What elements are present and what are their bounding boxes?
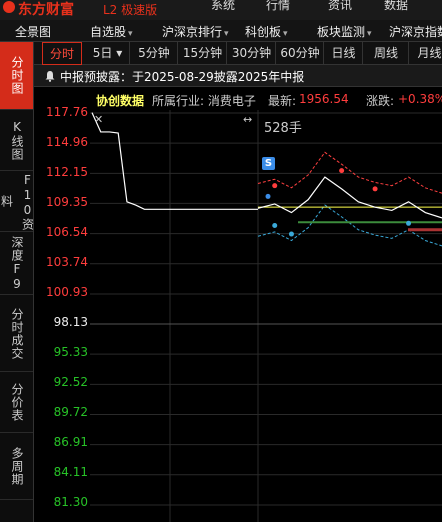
menu-watchlist[interactable]: 自选股 ▾ bbox=[90, 23, 133, 40]
y-tick-label: 84.11 bbox=[53, 465, 88, 479]
latest-label: 最新: bbox=[268, 94, 297, 108]
sidebar-item-price-table[interactable]: 分价表 bbox=[0, 373, 33, 433]
y-tick-label: 100.93 bbox=[46, 285, 88, 299]
menu-ranking[interactable]: 沪深京排行 ▾ bbox=[162, 23, 229, 40]
change-label: 涨跌: bbox=[366, 94, 395, 108]
tab-60min[interactable]: 60分钟 bbox=[277, 42, 324, 65]
chevron-down-icon: ▾ bbox=[128, 29, 133, 39]
sidebar-item-kline[interactable]: K线图 bbox=[0, 111, 33, 171]
signal-marker bbox=[272, 222, 278, 228]
y-tick-label: 114.96 bbox=[46, 135, 88, 149]
menu-overview[interactable]: 全景图 bbox=[15, 23, 51, 40]
chevron-down-icon: ▾ bbox=[224, 29, 229, 39]
tab-30min[interactable]: 30分钟 bbox=[228, 42, 276, 65]
y-tick-label: 81.30 bbox=[53, 495, 88, 509]
menu-data[interactable]: 数据 bbox=[384, 0, 408, 13]
tab-15min[interactable]: 15分钟 bbox=[179, 42, 227, 65]
tab-weekly[interactable]: 周线 bbox=[364, 42, 409, 65]
signal-badge[interactable]: S bbox=[262, 157, 275, 170]
app-brand: 东方财富 bbox=[18, 2, 74, 18]
tab-intraday[interactable]: 分时 bbox=[42, 42, 82, 65]
price-line bbox=[257, 176, 442, 219]
signal-marker bbox=[288, 231, 294, 237]
expand-icon[interactable]: ↔ bbox=[243, 113, 252, 126]
lower-band-line bbox=[257, 204, 442, 247]
quote-info: 协创数据 所属行业: 消费电子 最新: 1956.54 涨跌: +0.38% bbox=[34, 87, 442, 110]
notice-text: 中报预披露：于2025-08-29披露2025年中报 bbox=[60, 70, 305, 84]
stock-name: 协创数据 bbox=[96, 94, 145, 108]
signal-marker bbox=[406, 220, 412, 226]
menu-bar: 全景图 自选股▾ 沪深京排行▾ 科创板▾ 板块监测▾ 沪深京指数 bbox=[0, 20, 442, 42]
tab-5min[interactable]: 5分钟 bbox=[131, 42, 178, 65]
latest-value: 1956.54 bbox=[299, 92, 349, 106]
y-tick-label: 89.72 bbox=[53, 405, 88, 419]
menu-star-market[interactable]: 科创板 ▾ bbox=[245, 23, 288, 40]
bell-icon bbox=[45, 71, 55, 82]
tab-monthly[interactable]: 月线 bbox=[410, 42, 442, 65]
tab-daily[interactable]: 日线 bbox=[325, 42, 363, 65]
menu-news[interactable]: 资讯 bbox=[328, 0, 352, 13]
title-bar: 东方财富 L2 极速版 系统 行情 资讯 数据 bbox=[0, 0, 442, 20]
tab-5day[interactable]: 5日 ▾ bbox=[86, 42, 130, 65]
signal-marker bbox=[265, 193, 271, 199]
change-value: +0.38% bbox=[398, 92, 442, 106]
chevron-down-icon: ▾ bbox=[367, 29, 372, 39]
sidebar-item-depth[interactable]: 深度F9 bbox=[0, 233, 33, 295]
period-tabs: 分时 5日 ▾ 5分钟 15分钟 30分钟 60分钟 日线 周线 月线 bbox=[34, 42, 442, 65]
menu-quotes[interactable]: 行情 bbox=[266, 0, 290, 13]
menu-sector-monitor[interactable]: 板块监测 ▾ bbox=[317, 23, 372, 40]
signal-marker bbox=[339, 168, 345, 174]
sidebar-item-f10[interactable]: F10资料 bbox=[0, 172, 35, 232]
y-tick-label: 109.35 bbox=[46, 195, 88, 209]
sidebar-item-trades[interactable]: 分时成交 bbox=[0, 296, 33, 372]
y-tick-label: 95.33 bbox=[53, 345, 88, 359]
menu-indices[interactable]: 沪深京指数 bbox=[389, 23, 442, 40]
menu-system[interactable]: 系统 bbox=[211, 0, 235, 13]
y-tick-label: 92.52 bbox=[53, 375, 88, 389]
signal-marker bbox=[272, 183, 278, 189]
y-tick-label: 106.54 bbox=[46, 225, 88, 239]
upper-band-line bbox=[257, 151, 442, 194]
y-tick-label: 103.74 bbox=[46, 255, 88, 269]
sidebar-item-multi-period[interactable]: 多周期 bbox=[0, 434, 33, 500]
stock-industry: 所属行业: 消费电子 bbox=[152, 94, 256, 108]
sidebar-item-intraday[interactable]: 分时图 bbox=[0, 42, 33, 110]
volume-label: 528手 bbox=[264, 121, 302, 136]
app-edition: L2 极速版 bbox=[103, 3, 158, 17]
view-sidebar: 分时图 K线图 F10资料 深度F9 分时成交 分价表 多周期 bbox=[0, 42, 35, 522]
close-icon[interactable]: ✕ bbox=[94, 113, 103, 126]
chevron-down-icon: ▾ bbox=[283, 29, 288, 39]
intraday-chart[interactable] bbox=[90, 110, 442, 522]
signal-marker bbox=[372, 186, 378, 192]
y-tick-label: 86.91 bbox=[53, 435, 88, 449]
y-tick-label: 98.13 bbox=[53, 315, 88, 329]
app-logo bbox=[3, 1, 15, 13]
y-tick-label: 117.76 bbox=[46, 105, 88, 119]
notice-bar[interactable]: 中报预披露：于2025-08-29披露2025年中报 bbox=[34, 65, 442, 87]
price-line bbox=[91, 112, 258, 210]
y-tick-label: 112.15 bbox=[46, 165, 88, 179]
